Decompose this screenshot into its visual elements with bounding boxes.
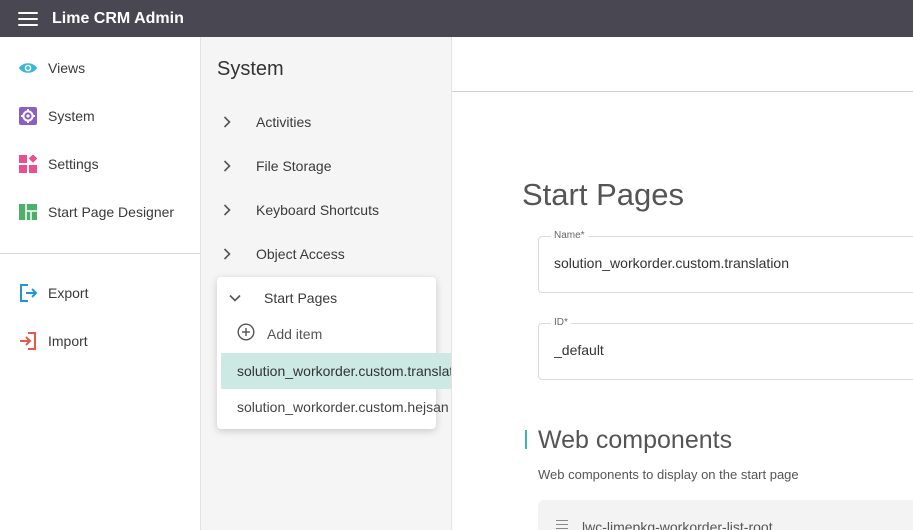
eye-icon <box>18 58 38 78</box>
start-pages-group: Start Pages Add item solution_workorder.… <box>217 277 451 429</box>
name-input[interactable] <box>554 255 913 271</box>
system-panel: System Activities File Storage Keyboard … <box>201 37 452 530</box>
tree-item-object-access[interactable]: Object Access <box>217 234 345 274</box>
list-item-start-page[interactable]: solution_workorder.custom.hejsan <box>221 389 451 425</box>
app-title: Lime CRM Admin <box>52 9 184 27</box>
main-nav: Views System Settings Start Page Designe… <box>0 37 201 530</box>
tree-item-label: Start Pages <box>264 290 338 306</box>
nav-divider <box>0 253 200 254</box>
main-content: Start Pages Name* ID* Web components Web… <box>452 37 913 530</box>
section-title: Web components <box>538 426 733 454</box>
add-item-button[interactable]: Add item <box>237 319 322 349</box>
id-input[interactable] <box>554 342 913 358</box>
tree-item-label: Object Access <box>256 246 345 262</box>
add-item-label: Add item <box>267 326 323 342</box>
name-field-label: Name* <box>551 230 588 241</box>
nav-item-import[interactable]: Import <box>0 321 200 361</box>
tree-item-label: Keyboard Shortcuts <box>256 202 379 218</box>
tree-item-start-pages[interactable]: Start Pages <box>225 278 337 318</box>
add-circle-icon <box>237 322 255 346</box>
widgets-icon <box>18 154 38 174</box>
list-item-start-page[interactable]: solution_workorder.custom.translation <box>221 353 451 389</box>
import-icon <box>18 331 38 351</box>
drag-handle-icon[interactable] <box>556 520 568 530</box>
layout-icon <box>18 202 38 222</box>
panel-title: System <box>217 58 284 80</box>
section-accent-bar <box>525 430 527 449</box>
gear-icon <box>18 106 38 126</box>
web-component-label: lwc-limepkg-workorder-list-root <box>582 519 773 530</box>
web-component-item[interactable]: lwc-limepkg-workorder-list-root <box>538 500 913 530</box>
nav-item-settings[interactable]: Settings <box>0 144 200 184</box>
tree-item-label: File Storage <box>256 158 332 174</box>
tree-item-activities[interactable]: Activities <box>217 102 311 142</box>
chevron-right-icon <box>217 112 237 132</box>
export-icon <box>18 283 38 303</box>
top-bar: Lime CRM Admin <box>0 0 913 37</box>
name-field: Name* <box>538 230 913 293</box>
tree-item-file-storage[interactable]: File Storage <box>217 146 331 186</box>
chevron-right-icon <box>217 156 237 176</box>
nav-item-label: Export <box>48 285 89 301</box>
section-description: Web components to display on the start p… <box>538 467 799 482</box>
page-title: Start Pages <box>522 177 684 212</box>
nav-item-label: Settings <box>48 156 99 172</box>
tree-item-label: Activities <box>256 114 312 130</box>
nav-item-label: System <box>48 108 95 124</box>
tree-item-keyboard-shortcuts[interactable]: Keyboard Shortcuts <box>217 190 379 230</box>
nav-item-system[interactable]: System <box>0 96 200 136</box>
id-field: ID* <box>538 317 913 380</box>
nav-item-label: Import <box>48 333 88 349</box>
id-field-label: ID* <box>551 317 571 328</box>
nav-item-start-page-designer[interactable]: Start Page Designer <box>0 192 200 232</box>
chevron-down-icon <box>225 288 245 308</box>
nav-item-views[interactable]: Views <box>0 48 200 88</box>
chevron-right-icon <box>217 244 237 264</box>
header-divider <box>452 91 913 92</box>
chevron-right-icon <box>217 200 237 220</box>
nav-item-label: Start Page Designer <box>48 204 175 220</box>
menu-icon[interactable] <box>18 11 38 26</box>
nav-item-export[interactable]: Export <box>0 273 200 313</box>
nav-item-label: Views <box>48 60 86 76</box>
